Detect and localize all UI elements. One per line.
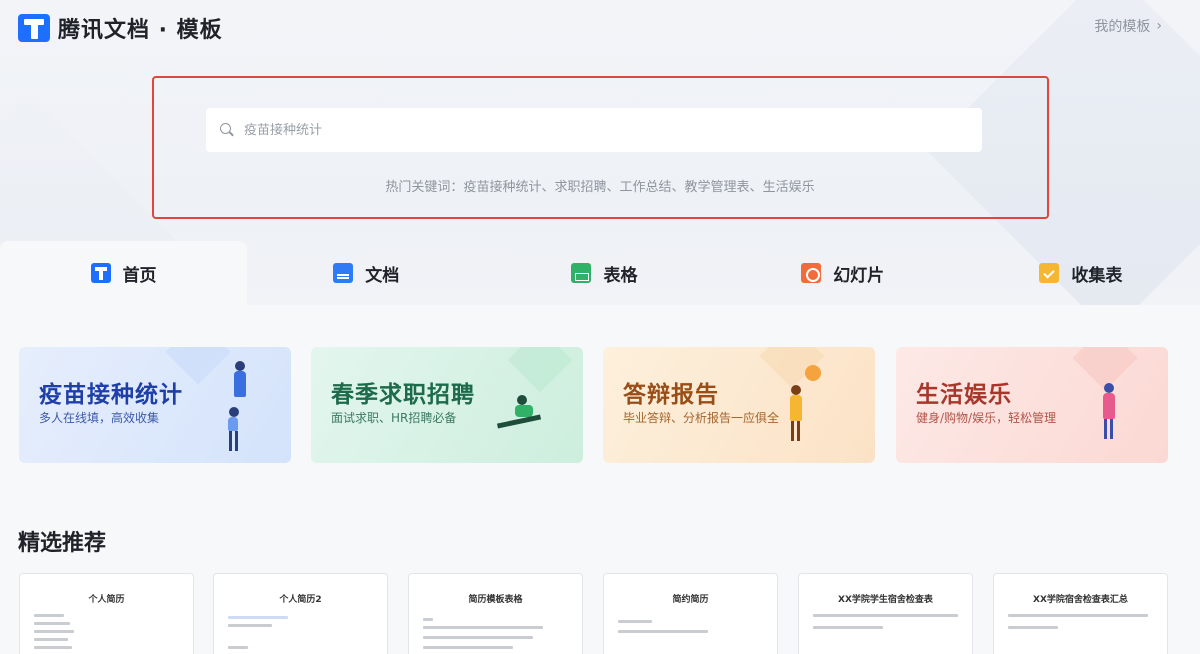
slide-icon <box>801 263 822 283</box>
template-card[interactable]: XX学院学生宿舍检查表 <box>798 573 973 654</box>
keyword-separator: 、 <box>541 180 555 195</box>
form-icon <box>1039 263 1060 283</box>
search-box[interactable] <box>206 108 982 152</box>
template-card-title: XX学院学生宿舍检查表 <box>838 595 933 605</box>
hot-keywords: 热门关键词：疫苗接种统计、求职招聘、工作总结、教学管理表、生活娱乐 <box>0 176 1200 195</box>
search-input[interactable] <box>244 122 944 138</box>
hero-section: 腾讯文档 · 模板 我的模板 › 热门关键词：疫苗接种统计、求职招聘、工作总结、… <box>0 0 1200 305</box>
chevron-right-icon: › <box>1156 18 1162 34</box>
template-card[interactable]: 个人简历2 <box>213 573 388 654</box>
banner-title: 疫苗接种统计 <box>39 382 183 408</box>
hot-keyword[interactable]: 求职招聘 <box>554 180 606 195</box>
recommend-section-title: 精选推荐 <box>18 531 107 556</box>
hot-keywords-label: 热门关键词： <box>385 180 464 195</box>
template-card[interactable]: XX学院宿舍检查表汇总 <box>993 573 1168 654</box>
tab-doc[interactable]: 文档 <box>247 241 485 305</box>
tab-form[interactable]: 收集表 <box>962 241 1200 305</box>
template-card-title: 简约简历 <box>672 595 709 605</box>
banner-subtitle: 面试求职、HR招聘必备 <box>331 411 457 425</box>
tab-sheet[interactable]: 表格 <box>485 241 723 305</box>
banner-title: 答辩报告 <box>623 382 719 408</box>
banner-life-entertainment[interactable]: 生活娱乐 健身/购物/娱乐，轻松管理 <box>896 347 1168 463</box>
shopper-illustration-icon <box>1076 361 1146 451</box>
keyword-separator: 、 <box>749 180 763 195</box>
tab-label: 文档 <box>365 265 400 286</box>
banner-vaccine-stats[interactable]: 疫苗接种统计 多人在线填，高效收集 <box>19 347 291 463</box>
template-card-title: 个人简历 <box>88 595 125 605</box>
search-icon <box>220 123 234 137</box>
tab-label: 收集表 <box>1071 265 1123 286</box>
tab-home[interactable]: 首页 <box>0 241 248 305</box>
banner-defense-report[interactable]: 答辩报告 毕业答辩、分析报告一应俱全 <box>603 347 875 463</box>
presenter-illustration-icon <box>783 361 853 451</box>
tencent-docs-logo-icon <box>18 14 50 42</box>
template-card-title: XX学院宿舍检查表汇总 <box>1033 595 1128 605</box>
tab-label: 表格 <box>603 265 638 286</box>
banner-spring-recruit[interactable]: 春季求职招聘 面试求职、HR招聘必备 <box>311 347 583 463</box>
banner-subtitle: 多人在线填，高效收集 <box>39 411 160 425</box>
tab-label: 首页 <box>122 265 157 286</box>
template-card[interactable]: 简历模板表格 <box>408 573 583 654</box>
category-tabs: 首页 文档 表格 幻灯片 收集表 <box>0 241 1200 305</box>
my-templates-link[interactable]: 我的模板 › <box>1094 16 1162 36</box>
banner-title: 生活娱乐 <box>916 382 1012 408</box>
hot-keyword[interactable]: 疫苗接种统计 <box>463 180 541 195</box>
people-illustration-icon <box>199 361 269 451</box>
hot-keyword[interactable]: 教学管理表 <box>685 180 750 195</box>
banner-subtitle: 健身/购物/娱乐，轻松管理 <box>916 411 1057 425</box>
keyword-separator: 、 <box>671 180 685 195</box>
app-title: 腾讯文档 · 模板 <box>58 18 223 43</box>
my-templates-label: 我的模板 <box>1094 19 1151 35</box>
template-card[interactable]: 简约简历 <box>603 573 778 654</box>
person-at-desk-illustration-icon <box>491 361 561 451</box>
template-card-title: 个人简历2 <box>279 595 322 605</box>
hot-keyword[interactable]: 工作总结 <box>620 180 672 195</box>
hot-keyword[interactable]: 生活娱乐 <box>763 180 815 195</box>
keyword-separator: 、 <box>606 180 620 195</box>
template-card-title: 简历模板表格 <box>468 595 523 605</box>
template-card[interactable]: 个人简历 <box>19 573 194 654</box>
banner-subtitle: 毕业答辩、分析报告一应俱全 <box>623 411 780 425</box>
tab-slide[interactable]: 幻灯片 <box>724 241 962 305</box>
doc-icon <box>333 263 354 283</box>
brand[interactable]: 腾讯文档 · 模板 <box>18 12 223 44</box>
tab-label: 幻灯片 <box>833 265 885 286</box>
banner-title: 春季求职招聘 <box>331 382 475 408</box>
sheet-icon <box>571 263 592 283</box>
home-icon <box>90 263 111 283</box>
